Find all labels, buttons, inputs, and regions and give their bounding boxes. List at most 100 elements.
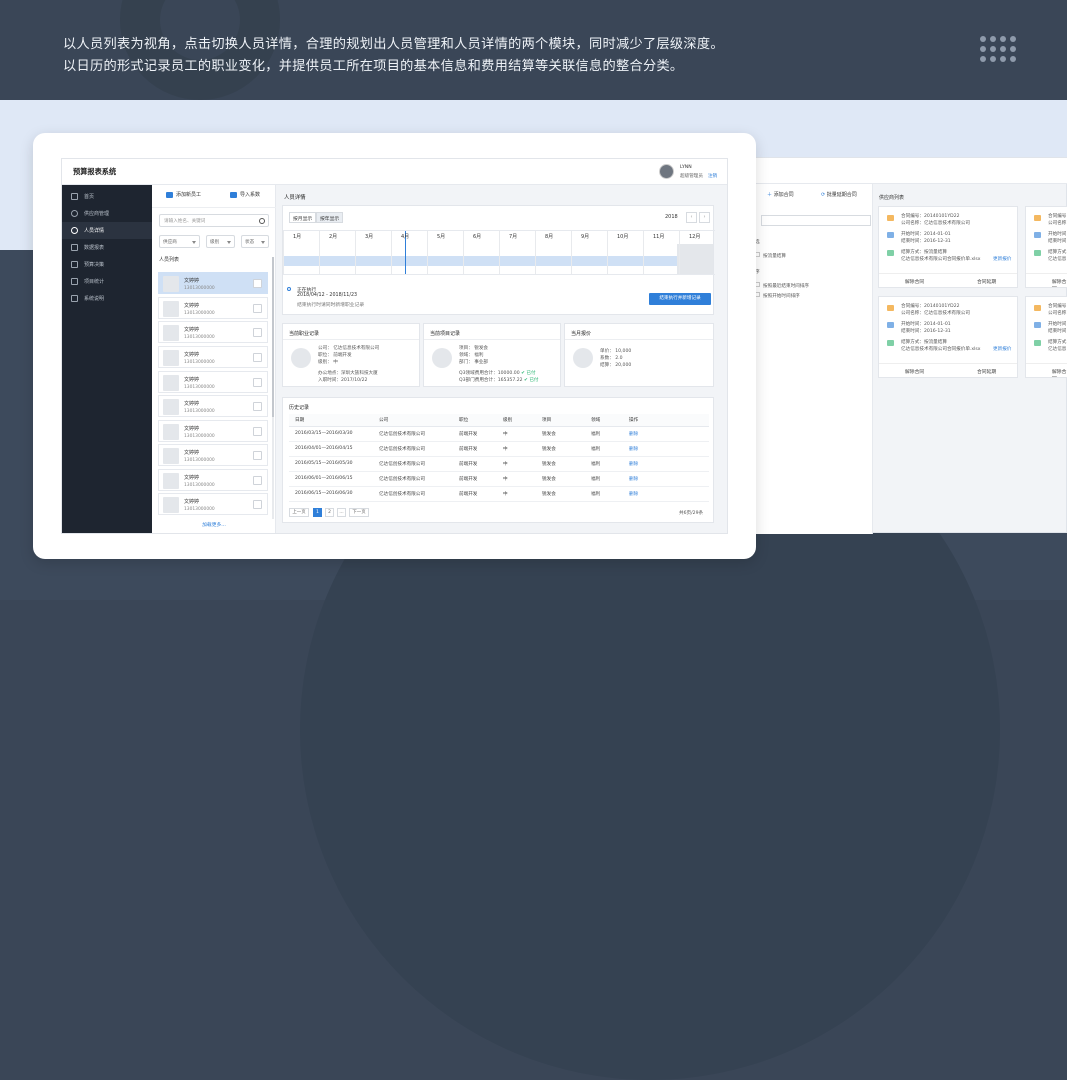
next-page-button[interactable]: 下一页 [349,508,369,517]
row-checkbox[interactable] [253,451,262,460]
person-row[interactable]: 文婷婷 13013000000 [158,346,268,368]
chevron-down-icon [192,241,196,244]
batch-contract-button[interactable]: ⟳ 批量延期合同 [821,191,857,198]
sidebar-item-person[interactable]: 人员详情 [62,222,152,239]
level-select[interactable]: 级别 [206,235,235,248]
app-header: 预算报表系统 LYNN 超级管理员 注销 [62,159,727,185]
project-title: 当前项目记录 [430,331,461,337]
avatar [163,473,179,489]
table-row: 2016/06/15—2016/06/30 亿达信创技术有限公司 前端开发中锐发会福… [289,486,709,502]
page-2-button[interactable]: 2 [325,508,334,517]
budget-icon [71,261,78,268]
extend-contract-button[interactable]: 合同延期 [977,368,996,375]
row-checkbox[interactable] [253,279,262,288]
delete-link[interactable]: 删除 [623,471,709,487]
supplier-select[interactable]: 供应商 [159,235,200,248]
terminate-contract-button[interactable]: 解除合同 [1052,278,1067,287]
person-row[interactable]: 文婷婷 13013000000 [158,297,268,319]
person-row[interactable]: 文婷婷 13013000000 [158,321,268,343]
terminate-contract-button[interactable]: 解除合同 [905,368,924,375]
next-year-button[interactable]: › [699,212,710,223]
quote-panel: 当月报价 单价： 10,000 系数： 2.0 结算： 20,000 [564,323,714,387]
status-dot-icon [287,287,291,291]
avatar [163,325,179,341]
intro-line-2: 以日历的形式记录员工的职业变化，并提供员工所在项目的基本信息和费用结算等关联信息… [63,59,684,74]
search-input[interactable]: 请输入姓名、关键词 [159,214,269,227]
row-checkbox[interactable] [253,476,262,485]
row-checkbox[interactable] [253,402,262,411]
person-row[interactable]: 文婷婷 13013000000 [158,371,268,393]
terminate-contract-button[interactable]: 解除合同 [905,278,924,285]
prev-page-button[interactable]: 上一页 [289,508,309,517]
update-price-link[interactable]: 更新报价 [993,346,1011,352]
history-table: 日期 公司 职位 级别 项目 领域 操作 2016/03/15—2016/03/… [289,414,709,502]
row-checkbox[interactable] [253,353,262,362]
sidebar-item-project[interactable]: 项目统计 [62,273,152,290]
page-1-button[interactable]: 1 [313,508,322,517]
calendar-icon [887,322,894,328]
row-checkbox[interactable] [253,328,262,337]
presentation-icon [432,348,452,368]
prev-year-button[interactable]: ‹ [686,212,697,223]
row-checkbox[interactable] [253,378,262,387]
person-row[interactable]: 文婷婷 13013000000 [158,493,268,515]
home-icon [71,193,78,200]
add-employee-button[interactable]: 添加新员工 [166,191,201,198]
delete-link[interactable]: 删除 [623,456,709,472]
avatar [163,301,179,317]
delete-link[interactable]: 删除 [623,426,709,442]
person-row[interactable]: 文婷婷 13013000000 [158,395,268,417]
avatar[interactable] [659,164,674,179]
avatar [163,497,179,513]
doc-icon [71,295,78,302]
row-checkbox[interactable] [253,304,262,313]
paid-status: ✔ 已付 [521,371,536,376]
supplier-search-input[interactable] [761,215,871,226]
filter-option[interactable]: 按照开始时间排序 [755,292,800,299]
sidebar: 首页 供应商管理 人员详情 数据报表 预算决策 项目统计 系统说明 [62,185,152,533]
sidebar-item-supplier[interactable]: 供应商管理 [62,205,152,222]
tab-year[interactable]: 按年显示 [316,212,344,223]
timeline-bar [283,256,713,266]
terminate-contract-button[interactable]: 解除合同 [1052,368,1067,377]
end-and-add-button[interactable]: 结束执行并新增记录 [649,293,711,305]
user-name: LYNN [680,165,692,170]
update-price-link[interactable]: 更新报价 [993,256,1011,262]
table-row: 2016/03/15—2016/03/30 亿达信创技术有限公司 前端开发中锐发会福… [289,426,709,442]
history-title: 历史记录 [289,405,310,411]
filter-option[interactable]: 按流量结算 [755,252,786,259]
avatar [163,399,179,415]
import-button[interactable]: 导入系数 [230,191,260,198]
intro-line-1: 以人员列表为视角，点击切换人员详情，合理的规划出人员管理和人员详情的两个模块，同… [63,37,724,52]
tab-month[interactable]: 按月显示 [289,212,317,223]
person-row[interactable]: 文婷婷 13013000000 [158,469,268,491]
person-row[interactable]: 文婷婷 13013000000 [158,444,268,466]
add-contract-button[interactable]: ＋ 添加合同 [767,191,794,198]
sidebar-item-doc[interactable]: 系统说明 [62,290,152,307]
sidebar-item-report[interactable]: 数据报表 [62,239,152,256]
delete-link[interactable]: 删除 [623,441,709,457]
row-checkbox[interactable] [253,500,262,509]
load-more-link[interactable]: 加载更多... [152,521,276,528]
delete-link[interactable]: 删除 [623,486,709,502]
logout-link[interactable]: 注销 [708,173,717,179]
import-icon [230,191,237,198]
sidebar-item-home[interactable]: 首页 [62,188,152,205]
filter-option[interactable]: 按照最近结束时间排序 [755,282,809,289]
person-row[interactable]: 文婷婷 13013000000 [158,420,268,442]
sidebar-item-budget[interactable]: 预算决策 [62,256,152,273]
list-scrollbar[interactable] [272,257,274,519]
intro-text: 以人员列表为视角，点击切换人员详情，合理的规划出人员管理和人员详情的两个模块，同… [63,34,724,78]
table-row: 2016/04/01—2016/04/15 亿达信创技术有限公司 前端开发中锐发会福… [289,441,709,457]
status-select[interactable]: 状态 [241,235,269,248]
contract-card-partial: 合同编号 公司名称 开始时间 结束时间 结算方式 亿达信息 解除合同 [1025,206,1067,288]
contract-card-partial: 合同编号 公司名称 开始时间 结束时间 结算方式 亿达信息 解除合同 [1025,296,1067,378]
supplier-icon [71,210,78,217]
chevron-down-icon [227,241,231,244]
supplier-list-title: 供应商列表 [879,195,905,201]
row-checkbox[interactable] [253,427,262,436]
page-ellipsis[interactable]: ... [337,508,346,517]
chevron-down-icon [261,241,265,244]
person-row[interactable]: 文婷婷 13013000000 [158,272,268,294]
extend-contract-button[interactable]: 合同延期 [977,278,996,285]
